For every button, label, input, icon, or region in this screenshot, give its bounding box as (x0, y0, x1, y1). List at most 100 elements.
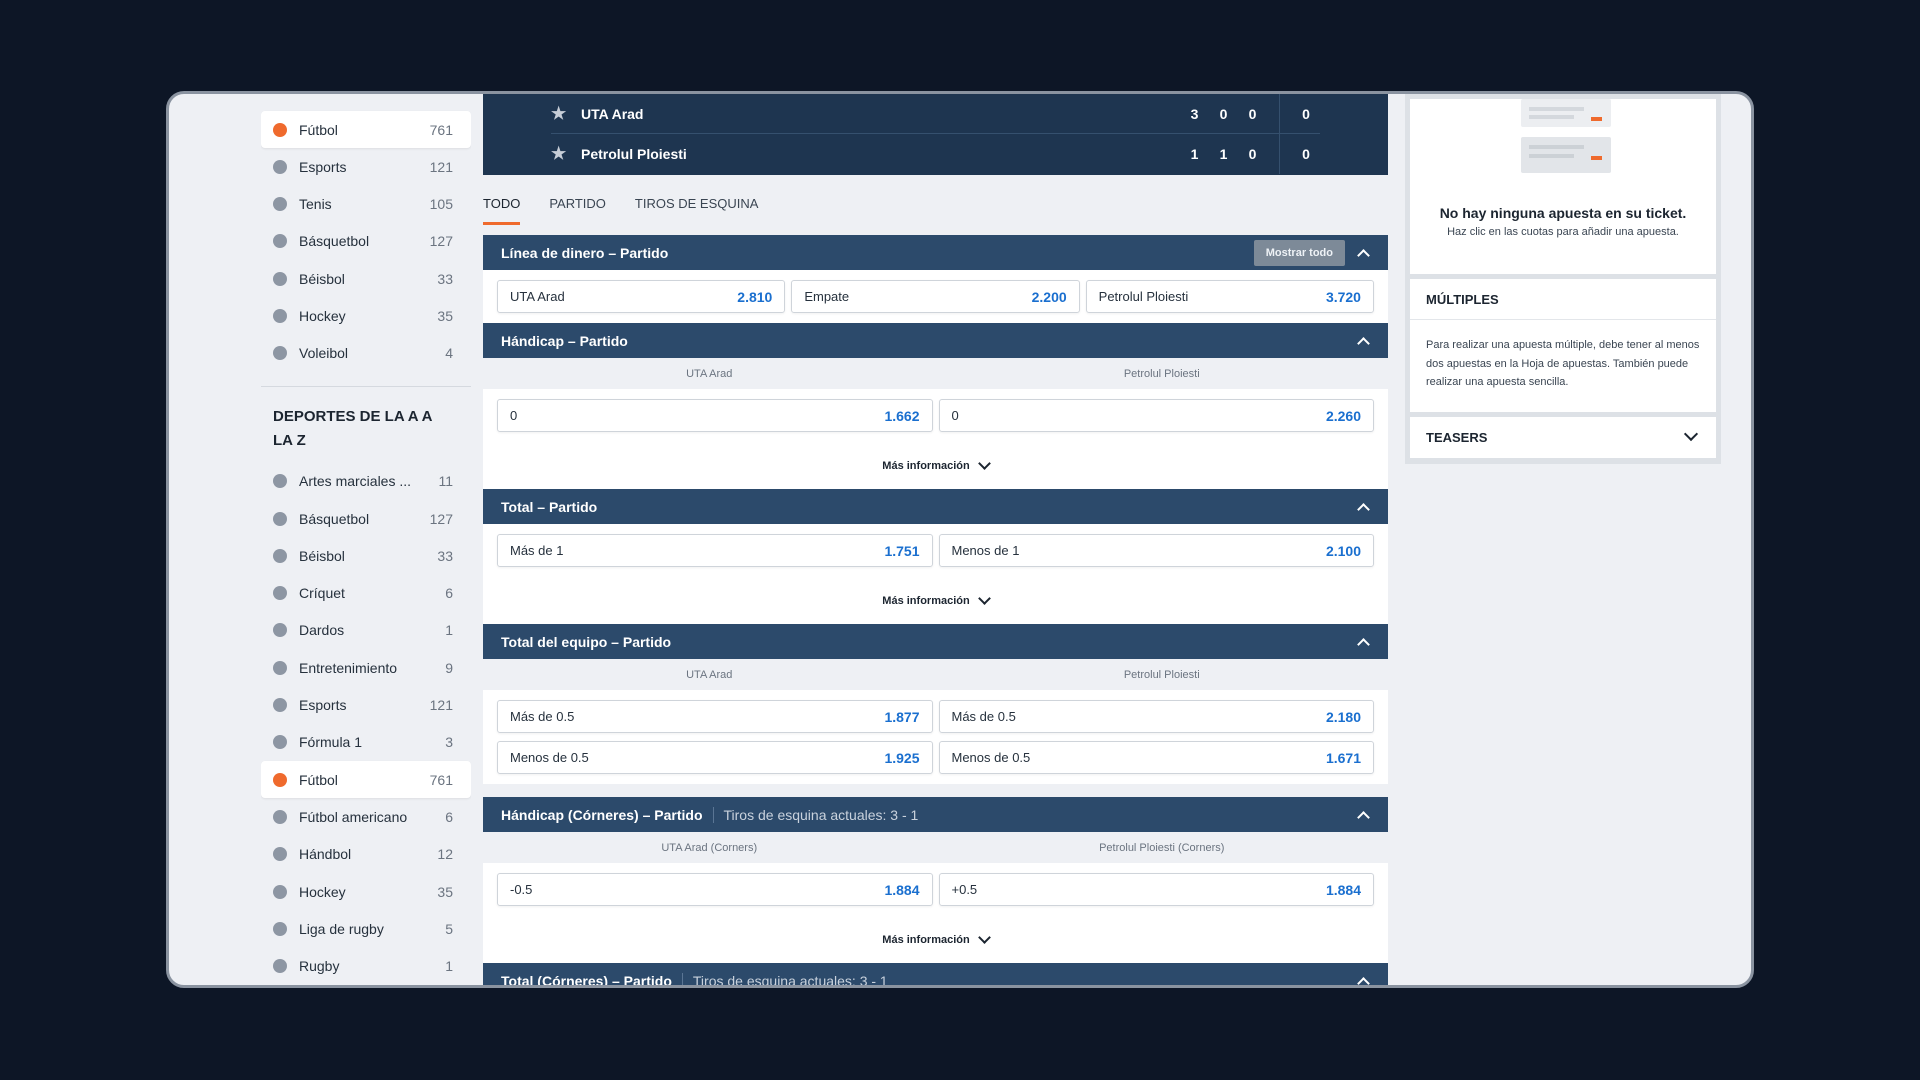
sport-name: Hockey (299, 883, 346, 900)
sidebar-item-sport[interactable]: Esports 121 (261, 148, 471, 185)
market-body: 0 1.662 0 2.260 (483, 389, 1388, 442)
sidebar-item-sport[interactable]: Esports 121 (261, 687, 471, 724)
odds-button[interactable]: 0 2.260 (938, 399, 1374, 432)
teasers-toggle[interactable]: TEASERS (1410, 416, 1716, 458)
empty-ticket-title: No hay ninguna apuesta en su ticket. (1439, 205, 1687, 221)
sidebar-divider (261, 385, 471, 387)
sidebar-item-sport[interactable]: Artes marciales ... 11 (261, 463, 471, 500)
sidebar-item-sport[interactable]: Entretenimiento 9 (261, 649, 471, 686)
odds-button[interactable]: -0.5 1.884 (497, 873, 933, 906)
rugby-ball-icon (273, 959, 287, 974)
show-all-button[interactable]: Mostrar todo (1253, 239, 1345, 266)
chevron-up-icon[interactable] (1357, 248, 1370, 262)
market-header-handicap[interactable]: Hándicap – Partido (483, 323, 1388, 358)
odds-value: 1.884 (1325, 881, 1361, 898)
market-title: Total del equipo – Partido (501, 633, 672, 650)
sidebar-item-sport[interactable]: Fórmula 1 3 (261, 724, 471, 761)
sport-count: 1 (445, 622, 453, 639)
tab-tiros-de-esquina[interactable]: TIROS DE ESQUINA (635, 196, 759, 222)
score-divider (1279, 94, 1280, 134)
more-info-button[interactable]: Más información (483, 442, 1388, 489)
score-period-3: 0 (1248, 146, 1257, 162)
chevron-up-icon[interactable] (1357, 810, 1370, 824)
more-info-button[interactable]: Más información (483, 916, 1388, 963)
sidebar-item-sport[interactable]: Fútbol 761 (261, 761, 471, 799)
market-header-total[interactable]: Total – Partido (483, 489, 1388, 524)
odds-value: 1.671 (1325, 749, 1361, 766)
sidebar-item-sport[interactable]: Voleibol 4 (261, 335, 471, 372)
favorite-star-icon[interactable]: ★ (551, 104, 575, 124)
market-header-moneyline[interactable]: Línea de dinero – Partido Mostrar todo (483, 235, 1388, 270)
sport-name: Esports (299, 158, 347, 175)
sport-name: Entretenimiento (299, 659, 398, 676)
favorite-star-icon[interactable]: ★ (551, 144, 575, 164)
sidebar-item-sport[interactable]: Hockey 35 (261, 873, 471, 910)
chevron-up-icon[interactable] (1357, 637, 1370, 651)
odds-button[interactable]: Más de 1 1.751 (497, 534, 933, 567)
sport-count: 4 (445, 345, 453, 362)
chevron-up-icon[interactable] (1357, 336, 1370, 350)
sport-name: Voleibol (299, 345, 349, 362)
odds-value: 1.884 (884, 881, 920, 898)
empty-ticket-illustration-icon (1521, 99, 1611, 173)
chevron-down-icon (1683, 426, 1699, 442)
sidebar-item-sport[interactable]: Hándbol 12 (261, 836, 471, 873)
cricket-ball-icon (273, 586, 287, 601)
sport-name: Béisbol (299, 270, 345, 287)
sidebar-item-sport[interactable]: Dardos 1 (261, 612, 471, 649)
sidebar-item-sport[interactable]: Críquet 6 (261, 575, 471, 612)
sports-sidebar: Fútbol 761 Esports 121 Tenis 105 Básquetbol 127… (261, 94, 471, 985)
odds-button[interactable]: Menos de 0.5 1.925 (497, 741, 933, 774)
market-header-corner-handicap[interactable]: Hándicap (Córneres) – Partido Tiros de e… (483, 797, 1388, 832)
sidebar-item-sport[interactable]: Básquetbol 127 (261, 223, 471, 260)
market-header-team-total[interactable]: Total del equipo – Partido (483, 624, 1388, 659)
market-subtitle: Tiros de esquina actuales: 3 - 1 (681, 972, 1359, 985)
sport-name: Hockey (299, 307, 346, 324)
tab-todo[interactable]: TODO (483, 196, 521, 225)
sidebar-item-sport[interactable]: Tenis 105 (261, 186, 471, 223)
odds-label: 0 (510, 408, 518, 423)
odds-button[interactable]: Petrolul Ploiesti 3.720 (1085, 280, 1374, 313)
score-period-1: 3 (1190, 105, 1199, 122)
odds-button[interactable]: Menos de 1 2.100 (938, 534, 1374, 567)
market-body: Más de 0.5 1.877 Más de 0.5 2.180 Menos de… (483, 690, 1388, 784)
sidebar-item-sport[interactable]: Béisbol 33 (261, 537, 471, 574)
scoreboard: ★ UTA Arad 3 0 0 0 ★ Petrolul Ploiesti 1… (483, 94, 1388, 175)
odds-button[interactable]: Más de 0.5 2.180 (938, 700, 1374, 733)
odds-value: 2.180 (1325, 708, 1361, 725)
tab-partido[interactable]: PARTIDO (549, 196, 606, 222)
sidebar-item-sport[interactable]: Básquetbol 127 (261, 500, 471, 537)
handball-icon (273, 847, 287, 862)
basketball-icon (273, 234, 287, 249)
chevron-up-icon[interactable] (1357, 502, 1370, 516)
odds-button[interactable]: 0 1.662 (497, 399, 933, 432)
odds-label: +0.5 (951, 882, 978, 897)
sport-name: Tenis (299, 196, 332, 213)
odds-button[interactable]: Empate 2.200 (791, 280, 1080, 313)
market-column-headers: UTA Arad (Corners) Petrolul Ploiesti (Co… (483, 832, 1388, 863)
sidebar-item-sport[interactable]: Fútbol americano 6 (261, 798, 471, 835)
sidebar-item-sport[interactable]: Béisbol 33 (261, 260, 471, 297)
sport-count: 761 (429, 771, 453, 788)
odds-button[interactable]: Menos de 0.5 1.671 (938, 741, 1374, 774)
multiples-text: Para realizar una apuesta múltiple, debe… (1426, 339, 1700, 388)
sidebar-item-sport[interactable]: Hockey 35 (261, 297, 471, 334)
baseball-bat-icon (273, 271, 287, 286)
dartboard-icon (273, 623, 287, 638)
sidebar-item-sport[interactable]: Liga de rugby 5 (261, 910, 471, 947)
sidebar-item-sport[interactable]: Fútbol 761 (261, 111, 471, 148)
market-header-corner-total[interactable]: Total (Córneres) – Partido Tiros de esqu… (483, 963, 1388, 985)
market-column-headers: UTA Arad Petrolul Ploiesti (483, 659, 1388, 690)
odds-button[interactable]: +0.5 1.884 (938, 873, 1374, 906)
chevron-up-icon[interactable] (1357, 976, 1370, 985)
odds-button[interactable]: UTA Arad 2.810 (497, 280, 786, 313)
soccer-ball-icon (273, 772, 287, 787)
more-info-button[interactable]: Más información (483, 577, 1388, 624)
sport-name: Artes marciales ... (299, 473, 412, 490)
sport-name: Fórmula 1 (299, 734, 363, 751)
scoreboard-row: ★ UTA Arad 3 0 0 0 (551, 94, 1320, 134)
odds-value: 2.810 (737, 288, 773, 305)
odds-button[interactable]: Más de 0.5 1.877 (497, 700, 933, 733)
sport-count: 3 (445, 734, 453, 751)
sidebar-item-sport[interactable]: Rugby 1 (261, 948, 471, 985)
